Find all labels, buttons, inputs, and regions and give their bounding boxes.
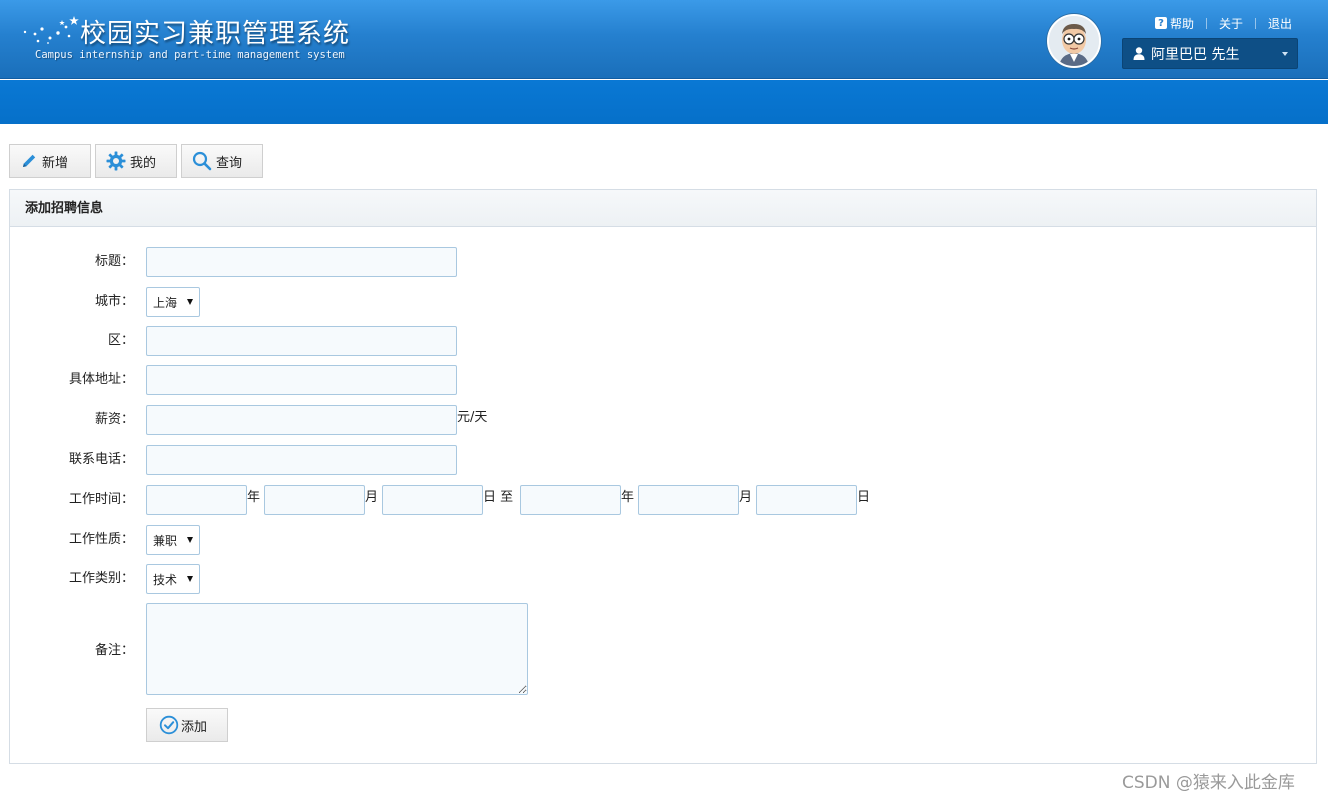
gear-icon <box>106 151 126 171</box>
nature-label: 工作性质： <box>68 532 134 547</box>
caret-down-icon <box>187 299 193 305</box>
top-links: ? 帮助 关于 退出 <box>1155 15 1292 31</box>
address-label: 具体地址： <box>68 372 134 387</box>
work-time-label: 工作时间： <box>68 492 134 507</box>
end-month-input[interactable] <box>638 485 739 515</box>
check-circle-icon <box>159 715 179 735</box>
end-day-input[interactable] <box>756 485 857 515</box>
category-label: 工作类别： <box>68 571 134 586</box>
mine-label: 我的 <box>130 155 157 171</box>
phone-input[interactable] <box>146 445 457 475</box>
district-label: 区： <box>107 333 134 348</box>
remark-label: 备注： <box>94 643 134 658</box>
search-icon <box>192 151 212 171</box>
mine-button[interactable]: 我的 <box>95 144 177 178</box>
start-day-to-unit: 日 至 <box>483 490 514 505</box>
nature-value: 兼职 <box>153 533 178 548</box>
title-input[interactable] <box>146 247 457 277</box>
caret-down-icon <box>187 576 193 582</box>
new-label: 新增 <box>42 155 69 171</box>
add-job-panel: 添加招聘信息 标题： 城市： 上海 区： 具体地址： 薪资： 元/天 联系电话：… <box>9 189 1317 764</box>
help-icon: ? <box>1155 17 1167 29</box>
submit-label: 添加 <box>181 719 208 735</box>
city-value: 上海 <box>153 295 178 310</box>
pencil-icon <box>23 154 36 167</box>
app-subtitle: Campus internship and part-time manageme… <box>35 49 345 61</box>
category-value: 技术 <box>153 572 178 587</box>
nav-bar <box>0 80 1328 124</box>
end-year-unit: 年 <box>621 490 635 505</box>
watermark-text: CSDN @猿来入此金库 <box>1122 773 1295 793</box>
panel-title: 添加招聘信息 <box>10 190 1316 227</box>
nature-select[interactable]: 兼职 <box>146 525 200 555</box>
app-title: 校园实习兼职管理系统 <box>80 19 351 49</box>
remark-textarea[interactable] <box>146 603 528 695</box>
user-menu-dropdown[interactable]: 阿里巴巴 先生 <box>1122 38 1298 69</box>
address-input[interactable] <box>146 365 457 395</box>
start-day-input[interactable] <box>382 485 483 515</box>
about-link[interactable]: 关于 <box>1219 15 1243 32</box>
logout-link[interactable]: 退出 <box>1268 15 1292 32</box>
phone-label: 联系电话： <box>68 452 134 467</box>
salary-unit: 元/天 <box>457 410 488 425</box>
divider <box>1255 17 1257 29</box>
salary-label: 薪资： <box>94 412 134 427</box>
user-avatar[interactable] <box>1047 14 1101 68</box>
caret-down-icon <box>1282 52 1288 56</box>
query-label: 查询 <box>216 155 243 171</box>
district-input[interactable] <box>146 326 457 356</box>
caret-down-icon <box>187 537 193 543</box>
start-month-input[interactable] <box>264 485 365 515</box>
start-year-unit: 年 <box>247 490 261 505</box>
cartoon-face-icon <box>1049 16 1099 66</box>
user-name: 阿里巴巴 先生 <box>1151 46 1240 63</box>
help-label: 帮助 <box>1170 16 1195 31</box>
category-select[interactable]: 技术 <box>146 564 200 594</box>
start-month-unit: 月 <box>365 490 379 505</box>
city-label: 城市： <box>94 294 134 309</box>
end-year-input[interactable] <box>520 485 621 515</box>
app-header: 校园实习兼职管理系统 Campus internship and part-ti… <box>0 0 1328 79</box>
city-select[interactable]: 上海 <box>146 287 200 317</box>
new-button[interactable]: 新增 <box>9 144 91 178</box>
title-label: 标题： <box>94 254 134 269</box>
end-month-unit: 月 <box>739 490 753 505</box>
user-icon <box>1133 47 1145 60</box>
end-day-unit: 日 <box>857 490 871 505</box>
query-button[interactable]: 查询 <box>181 144 263 178</box>
add-submit-button[interactable]: 添加 <box>146 708 228 742</box>
toolbar: 新增 我的 查询 <box>9 144 267 178</box>
stars-logo-icon <box>23 16 79 44</box>
start-year-input[interactable] <box>146 485 247 515</box>
divider <box>1206 17 1208 29</box>
salary-input[interactable] <box>146 405 457 435</box>
help-link[interactable]: ? 帮助 <box>1155 15 1194 32</box>
